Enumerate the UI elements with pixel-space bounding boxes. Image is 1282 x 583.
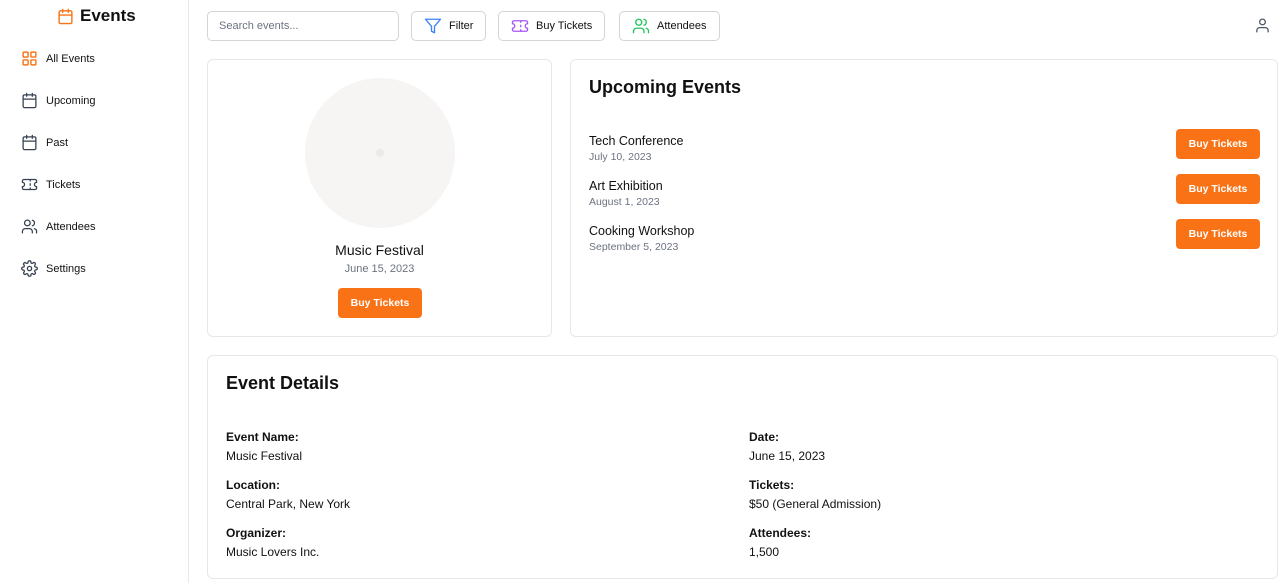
- detail-tickets: Tickets: $50 (General Admission): [749, 478, 881, 511]
- users-icon: [21, 219, 38, 234]
- calendar-icon: [58, 8, 73, 24]
- detail-label: Event Name:: [226, 430, 299, 444]
- buy-tickets-toolbar-button[interactable]: Buy Tickets: [498, 11, 606, 41]
- sidebar-item-attendees[interactable]: Attendees: [21, 218, 96, 235]
- buy-tickets-button[interactable]: Buy Tickets: [1176, 129, 1260, 159]
- sidebar: Events All Events Upcoming Past Tickets …: [0, 0, 189, 583]
- app-title: Events: [80, 6, 136, 25]
- event-details-card: Event Details Event Name: Music Festival…: [207, 355, 1278, 579]
- user-icon[interactable]: [1254, 17, 1271, 34]
- detail-organizer: Organizer: Music Lovers Inc.: [226, 526, 319, 559]
- event-date: July 10, 2023: [589, 151, 652, 163]
- detail-date: Date: June 15, 2023: [749, 430, 825, 463]
- calendar-icon: [22, 92, 37, 109]
- featured-event-name: Music Festival: [335, 242, 424, 258]
- sidebar-item-label: Upcoming: [46, 94, 96, 107]
- filter-button-label: Filter: [449, 20, 474, 32]
- ticket-icon: [511, 20, 529, 32]
- attendees-toolbar-button[interactable]: Attendees: [619, 11, 720, 41]
- attendees-toolbar-label: Attendees: [657, 20, 707, 32]
- detail-value: Central Park, New York: [226, 497, 351, 511]
- detail-event-name: Event Name: Music Festival: [226, 430, 302, 463]
- sidebar-item-label: All Events: [46, 52, 95, 65]
- event-image-placeholder: [305, 78, 455, 228]
- buy-tickets-button[interactable]: Buy Tickets: [1176, 174, 1260, 204]
- detail-location: Location: Central Park, New York: [226, 478, 350, 511]
- sidebar-item-settings[interactable]: Settings: [21, 260, 86, 277]
- upcoming-events-title: Upcoming Events: [589, 77, 742, 97]
- sidebar-item-label: Settings: [46, 262, 86, 275]
- detail-label: Organizer:: [226, 526, 287, 540]
- list-item: Art Exhibition August 1, 2023 Buy Ticket…: [589, 174, 1260, 213]
- event-date: August 1, 2023: [589, 196, 660, 208]
- sidebar-item-tickets[interactable]: Tickets: [21, 176, 80, 193]
- upcoming-events-card: Upcoming Events Tech Conference July 10,…: [570, 59, 1278, 337]
- buy-tickets-button[interactable]: Buy Tickets: [1176, 219, 1260, 249]
- list-item: Cooking Workshop September 5, 2023 Buy T…: [589, 219, 1260, 258]
- gear-icon: [21, 260, 38, 277]
- list-item: Tech Conference July 10, 2023 Buy Ticket…: [589, 129, 1260, 168]
- detail-label: Attendees:: [749, 526, 812, 540]
- users-icon: [632, 18, 650, 34]
- detail-label: Date:: [749, 430, 780, 444]
- event-details-title: Event Details: [226, 373, 340, 393]
- brand: Events: [57, 6, 136, 26]
- detail-value: Music Lovers Inc.: [226, 545, 320, 559]
- search-input[interactable]: [207, 11, 399, 41]
- ticket-icon: [21, 178, 38, 191]
- detail-attendees: Attendees: 1,500: [749, 526, 811, 559]
- detail-value: 1,500: [749, 545, 780, 559]
- sidebar-item-all-events[interactable]: All Events: [21, 50, 95, 67]
- featured-event-card: Music Festival June 15, 2023 Buy Tickets: [207, 59, 552, 337]
- filter-icon: [424, 18, 442, 34]
- detail-value: June 15, 2023: [749, 449, 826, 463]
- detail-value: $50 (General Admission): [749, 497, 882, 511]
- sidebar-item-upcoming[interactable]: Upcoming: [21, 92, 96, 109]
- event-name: Tech Conference: [589, 134, 684, 148]
- sidebar-item-label: Tickets: [46, 178, 81, 191]
- featured-buy-tickets-button[interactable]: Buy Tickets: [338, 288, 422, 318]
- sidebar-item-label: Attendees: [46, 220, 96, 233]
- grid-icon: [22, 51, 37, 66]
- calendar-icon: [22, 134, 37, 151]
- image-placeholder-icon: [376, 149, 384, 157]
- detail-label: Location:: [226, 478, 280, 492]
- event-date: September 5, 2023: [589, 241, 679, 253]
- filter-button[interactable]: Filter: [411, 11, 487, 41]
- sidebar-item-past[interactable]: Past: [21, 134, 68, 151]
- buy-tickets-toolbar-label: Buy Tickets: [536, 20, 593, 32]
- sidebar-item-label: Past: [46, 136, 69, 149]
- event-name: Cooking Workshop: [589, 224, 695, 238]
- featured-event-date: June 15, 2023: [344, 263, 415, 275]
- event-name: Art Exhibition: [589, 179, 663, 193]
- detail-value: Music Festival: [226, 449, 303, 463]
- detail-label: Tickets:: [749, 478, 795, 492]
